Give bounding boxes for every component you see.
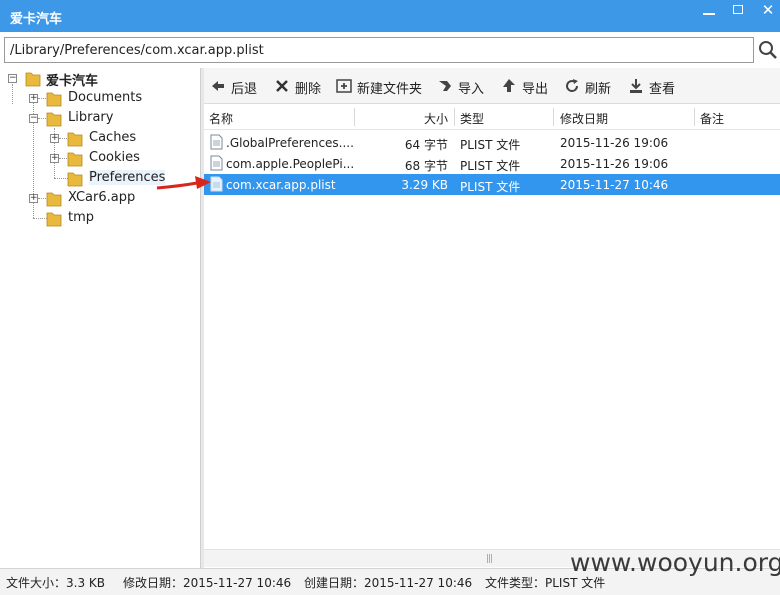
tree-item-documents[interactable]: + Documents	[0, 89, 200, 109]
tree-item-label: Cookies	[89, 150, 140, 165]
refresh-icon	[566, 79, 579, 92]
folder-icon	[67, 152, 83, 167]
tree-item-label: Library	[68, 110, 114, 125]
file-size: 68 字节	[404, 159, 448, 173]
path-row: /Library/Preferences/com.xcar.app.plist	[0, 32, 780, 68]
tree-item-label: Preferences	[89, 170, 166, 185]
column-divider[interactable]	[553, 108, 554, 126]
tree-item-label: Documents	[68, 90, 143, 105]
column-modified[interactable]: 修改日期	[560, 110, 608, 127]
tree-item-label: tmp	[68, 210, 95, 225]
back-arrow-icon	[212, 81, 224, 91]
search-icon[interactable]	[758, 40, 778, 60]
tree-item-tmp[interactable]: tmp	[0, 209, 200, 229]
minimize-icon	[703, 13, 715, 15]
file-icon	[210, 155, 223, 171]
collapse-icon[interactable]: −	[29, 114, 38, 123]
toolbar: 后退 删除 新建文件夹 导入 导出 刷新 查看	[204, 68, 780, 104]
file-type: PLIST 文件	[460, 180, 521, 194]
column-divider[interactable]	[354, 108, 355, 126]
column-note[interactable]: 备注	[700, 110, 724, 127]
folder-icon	[46, 212, 62, 227]
tree-item-label: XCar6.app	[68, 190, 136, 205]
folder-icon	[67, 172, 83, 187]
file-modified: 2015-11-26 19:06	[560, 157, 669, 171]
column-size[interactable]: 大小	[424, 110, 448, 127]
close-button[interactable]: ✕	[756, 2, 780, 20]
watermark: www.wooyun.org	[570, 548, 780, 577]
file-list: 名称 大小 类型 修改日期 备注 .GlobalPreferences.... …	[204, 104, 780, 568]
column-divider[interactable]	[694, 108, 695, 126]
expand-icon[interactable]: +	[29, 94, 38, 103]
file-name: com.xcar.app.plist	[226, 178, 336, 192]
collapse-icon[interactable]: −	[8, 74, 17, 83]
file-size: 3.29 KB	[401, 178, 448, 192]
column-divider[interactable]	[454, 108, 455, 126]
folder-icon	[46, 192, 62, 207]
file-modified: 2015-11-27 10:46	[560, 178, 669, 192]
window-title: 爱卡汽车	[10, 12, 63, 27]
file-row[interactable]: .GlobalPreferences.... 64 字节 PLIST 文件 20…	[204, 132, 780, 153]
new-folder-icon	[336, 79, 352, 93]
file-row-selected[interactable]: com.xcar.app.plist 3.29 KB PLIST 文件 2015…	[204, 174, 780, 195]
export-icon	[503, 79, 515, 92]
column-header: 名称 大小 类型 修改日期 备注	[204, 104, 780, 130]
tree-item-caches[interactable]: + Caches	[0, 129, 200, 149]
file-type: PLIST 文件	[460, 159, 521, 173]
tree-root[interactable]: − 爱卡汽车	[0, 69, 200, 89]
tree-item-cookies[interactable]: + Cookies	[0, 149, 200, 169]
column-type[interactable]: 类型	[460, 110, 484, 127]
column-name[interactable]: 名称	[209, 110, 233, 127]
import-icon	[439, 81, 451, 91]
folder-icon	[46, 92, 62, 107]
view-icon	[630, 79, 642, 93]
file-name: com.apple.PeoplePi...	[226, 157, 355, 171]
maximize-button[interactable]	[726, 2, 750, 20]
annotation-arrow-icon	[156, 176, 211, 190]
file-type: PLIST 文件	[460, 138, 521, 152]
status-modified: 修改日期：2015-11-27 10:46	[123, 576, 292, 590]
file-size: 64 字节	[404, 138, 448, 152]
expand-icon[interactable]: +	[50, 134, 59, 143]
expand-icon[interactable]: +	[29, 194, 38, 203]
folder-icon	[46, 112, 62, 127]
maximize-icon	[733, 5, 743, 14]
file-name: .GlobalPreferences....	[226, 136, 354, 150]
close-icon: ✕	[761, 1, 775, 19]
expand-icon[interactable]: +	[50, 154, 59, 163]
file-row[interactable]: com.apple.PeoplePi... 68 字节 PLIST 文件 201…	[204, 153, 780, 174]
path-input[interactable]: /Library/Preferences/com.xcar.app.plist	[4, 37, 754, 63]
folder-icon	[25, 72, 41, 87]
delete-x-icon	[276, 80, 288, 92]
folder-icon	[67, 132, 83, 147]
tree-root-label: 爱卡汽车	[46, 74, 99, 89]
scrollbar-grip-icon[interactable]: |||	[486, 554, 493, 564]
minimize-button[interactable]	[697, 2, 721, 20]
file-modified: 2015-11-26 19:06	[560, 136, 669, 150]
title-bar: 爱卡汽车 ✕	[0, 0, 780, 32]
tree-item-library[interactable]: − Library	[0, 109, 200, 129]
status-created: 创建日期：2015-11-27 10:46	[304, 576, 473, 590]
status-file-size: 文件大小：3.3 KB	[6, 576, 106, 590]
folder-tree: − 爱卡汽车 + Documents − Library + Caches + …	[0, 68, 201, 568]
file-icon	[210, 134, 223, 150]
tree-item-label: Caches	[89, 130, 137, 145]
